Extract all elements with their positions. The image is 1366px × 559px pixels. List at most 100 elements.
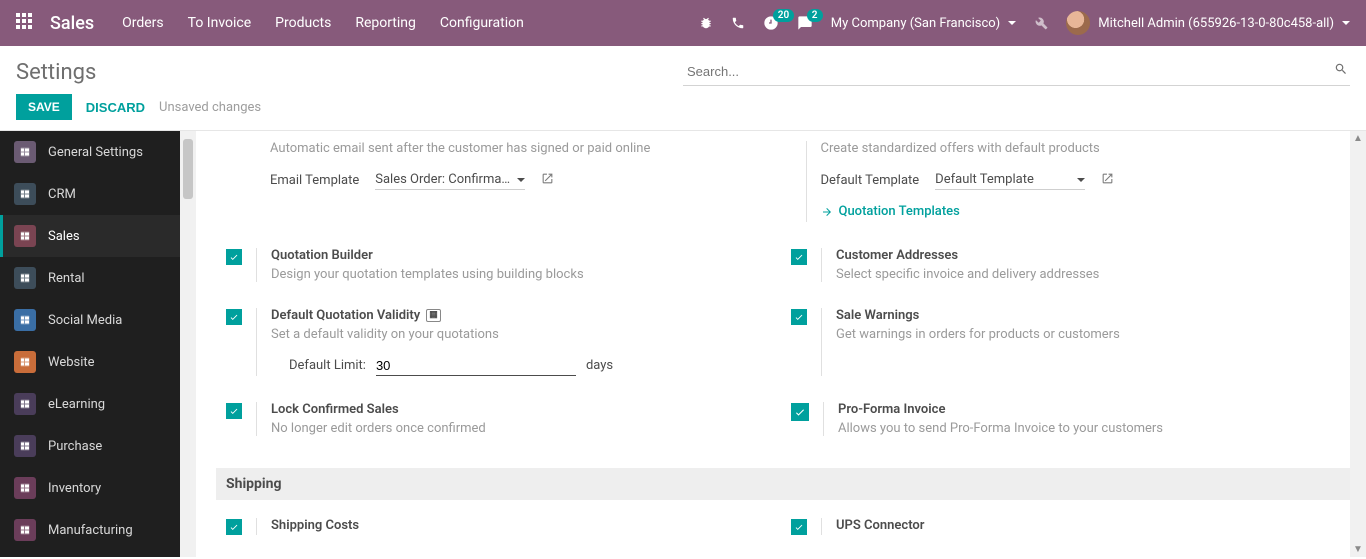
sidebar-item-label: Purchase bbox=[48, 439, 102, 454]
quotation-templates-link-label: Quotation Templates bbox=[839, 204, 960, 219]
email-template-select[interactable]: Sales Order: Confirmatio bbox=[375, 170, 525, 190]
debug-icon[interactable] bbox=[699, 16, 713, 30]
search-input[interactable] bbox=[683, 58, 1350, 86]
nav-orders[interactable]: Orders bbox=[122, 15, 164, 31]
sidebar-item-rental[interactable]: Rental bbox=[0, 257, 180, 299]
sidebar-scrollbar[interactable] bbox=[180, 131, 196, 557]
nav-configuration[interactable]: Configuration bbox=[440, 15, 524, 31]
messages-icon[interactable]: 2 bbox=[797, 15, 813, 31]
discard-button[interactable]: DISCARD bbox=[86, 100, 145, 115]
external-link-icon[interactable] bbox=[541, 172, 554, 189]
template-hint: Create standardized offers with default … bbox=[821, 141, 1347, 156]
sidebar-item-label: Social Media bbox=[48, 313, 122, 328]
sidebar-item-label: Rental bbox=[48, 271, 85, 286]
settings-sidebar: General Settings CRM Sales Rental Social Med… bbox=[0, 131, 180, 557]
sidebar-item-manufacturing[interactable]: Manufacturing bbox=[0, 509, 180, 551]
phone-icon[interactable] bbox=[731, 16, 745, 30]
sidebar-item-purchase[interactable]: Purchase bbox=[0, 425, 180, 467]
sidebar-item-label: Manufacturing bbox=[48, 523, 133, 538]
lock-confirmed-desc: No longer edit orders once confirmed bbox=[271, 421, 781, 436]
page-title: Settings bbox=[16, 60, 96, 85]
default-template-select[interactable]: Default Template bbox=[935, 170, 1085, 190]
checkbox-sale-warnings[interactable] bbox=[791, 309, 807, 325]
module-icon bbox=[14, 393, 36, 415]
lock-confirmed-title: Lock Confirmed Sales bbox=[271, 402, 781, 417]
search-icon[interactable] bbox=[1334, 62, 1348, 80]
sidebar-item-general-settings[interactable]: General Settings bbox=[0, 131, 180, 173]
module-icon bbox=[14, 435, 36, 457]
shipping-costs-title: Shipping Costs bbox=[271, 518, 781, 533]
sidebar-item-sales[interactable]: Sales bbox=[0, 215, 180, 257]
sidebar-item-inventory[interactable]: Inventory bbox=[0, 467, 180, 509]
user-menu[interactable]: Mitchell Admin (655926-13-0-80c458-all) bbox=[1066, 11, 1350, 35]
sidebar-item-label: eLearning bbox=[48, 397, 105, 412]
email-template-label: Email Template bbox=[270, 173, 359, 188]
module-icon bbox=[14, 519, 36, 541]
section-shipping-header: Shipping bbox=[216, 468, 1356, 500]
app-brand[interactable]: Sales bbox=[50, 13, 94, 34]
default-limit-unit: days bbox=[586, 358, 613, 373]
chevron-down-icon bbox=[1077, 178, 1085, 182]
default-validity-desc: Set a default validity on your quotation… bbox=[271, 327, 781, 342]
settings-content: Automatic email sent after the customer … bbox=[196, 131, 1366, 557]
sidebar-item-label: General Settings bbox=[48, 145, 143, 160]
unsaved-status: Unsaved changes bbox=[159, 100, 261, 115]
external-link-icon[interactable] bbox=[1101, 172, 1114, 189]
ups-connector-title: UPS Connector bbox=[836, 518, 1346, 533]
default-template-label: Default Template bbox=[821, 173, 920, 188]
checkbox-shipping-costs[interactable] bbox=[226, 519, 242, 535]
quotation-builder-desc: Design your quotation templates using bu… bbox=[271, 267, 781, 282]
nav-to-invoice[interactable]: To Invoice bbox=[188, 15, 252, 31]
activity-badge: 20 bbox=[773, 9, 794, 22]
sidebar-item-label: Website bbox=[48, 355, 95, 370]
checkbox-lock-confirmed[interactable] bbox=[226, 403, 242, 419]
messages-badge: 2 bbox=[807, 9, 823, 22]
sale-warnings-title: Sale Warnings bbox=[836, 308, 1346, 323]
sidebar-item-social-media[interactable]: Social Media bbox=[0, 299, 180, 341]
user-name: Mitchell Admin (655926-13-0-80c458-all) bbox=[1098, 16, 1334, 31]
company-name: My Company (San Francisco) bbox=[831, 16, 1000, 31]
checkbox-customer-addresses[interactable] bbox=[791, 249, 807, 265]
email-hint: Automatic email sent after the customer … bbox=[270, 141, 796, 156]
proforma-desc: Allows you to send Pro-Forma Invoice to … bbox=[838, 421, 1346, 436]
calculator-icon: ▦ bbox=[426, 309, 441, 322]
checkbox-quotation-builder[interactable] bbox=[226, 249, 242, 265]
nav-reporting[interactable]: Reporting bbox=[355, 15, 416, 31]
quotation-builder-title: Quotation Builder bbox=[271, 248, 781, 263]
checkbox-default-validity[interactable] bbox=[226, 309, 242, 325]
content-scrollbar[interactable]: ▲ ▼ bbox=[1350, 131, 1366, 557]
customer-addresses-title: Customer Addresses bbox=[836, 248, 1346, 263]
save-button[interactable]: SAVE bbox=[16, 94, 72, 120]
module-icon bbox=[14, 351, 36, 373]
activity-icon[interactable]: 20 bbox=[763, 15, 779, 31]
module-icon bbox=[14, 183, 36, 205]
chevron-down-icon bbox=[1008, 21, 1016, 25]
company-switcher[interactable]: My Company (San Francisco) bbox=[831, 16, 1016, 31]
scroll-down-icon[interactable]: ▼ bbox=[1353, 544, 1363, 555]
quotation-templates-link[interactable]: Quotation Templates bbox=[821, 204, 960, 219]
apps-icon[interactable] bbox=[16, 13, 32, 33]
scroll-up-icon[interactable]: ▲ bbox=[1353, 133, 1363, 144]
default-template-value: Default Template bbox=[935, 172, 1071, 187]
checkbox-ups-connector[interactable] bbox=[791, 519, 807, 535]
checkbox-proforma[interactable] bbox=[791, 403, 809, 421]
chevron-down-icon bbox=[517, 178, 525, 182]
email-template-value: Sales Order: Confirmatio bbox=[375, 172, 511, 187]
chevron-down-icon bbox=[1342, 21, 1350, 25]
sidebar-item-label: Sales bbox=[48, 229, 80, 244]
default-limit-input[interactable] bbox=[376, 356, 576, 376]
module-icon bbox=[14, 225, 36, 247]
nav-products[interactable]: Products bbox=[275, 15, 331, 31]
default-validity-title: Default Quotation Validity bbox=[271, 308, 420, 323]
proforma-title: Pro-Forma Invoice bbox=[838, 402, 1346, 417]
sale-warnings-desc: Get warnings in orders for products or c… bbox=[836, 327, 1346, 342]
tools-icon[interactable] bbox=[1034, 16, 1048, 30]
default-limit-label: Default Limit: bbox=[289, 358, 366, 373]
avatar bbox=[1066, 11, 1090, 35]
sidebar-item-website[interactable]: Website bbox=[0, 341, 180, 383]
module-icon bbox=[14, 309, 36, 331]
module-icon bbox=[14, 477, 36, 499]
sidebar-item-crm[interactable]: CRM bbox=[0, 173, 180, 215]
sidebar-item-label: Inventory bbox=[48, 481, 101, 496]
sidebar-item-elearning[interactable]: eLearning bbox=[0, 383, 180, 425]
